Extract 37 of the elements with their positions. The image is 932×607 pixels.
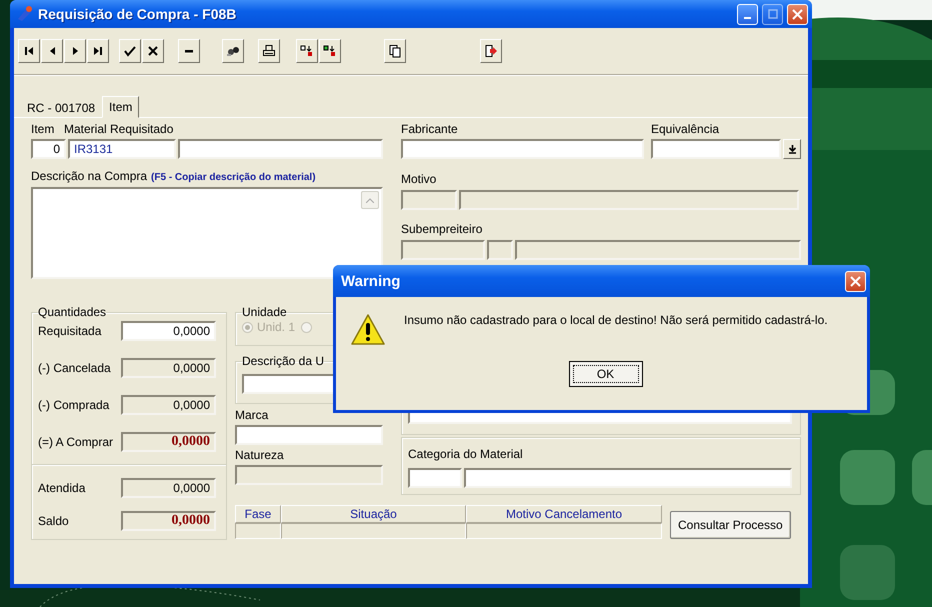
input-field[interactable]: 0,0000 <box>121 395 216 415</box>
field-label: (-) Comprada <box>38 398 110 412</box>
radio-label: Unid. 1 <box>257 320 296 334</box>
field-label: Fabricante <box>401 122 459 137</box>
field-label: Descrição na Compra (F5 - Copiar descrição do material) <box>31 169 317 184</box>
input-field[interactable]: IR3131 <box>68 139 176 159</box>
input-field[interactable]: 0 <box>31 139 66 159</box>
column-header: Fase <box>235 505 281 523</box>
group-title: Descrição da U <box>242 354 324 368</box>
tab[interactable]: Item <box>102 96 140 118</box>
field-label: (=) A Comprar <box>38 434 114 450</box>
window-title: Requisição de Compra - F08B <box>38 6 238 22</box>
field-label: Marca <box>235 408 270 423</box>
field-label: Atendida <box>38 480 86 496</box>
field-label: (-) Cancelada <box>38 360 111 376</box>
input-field[interactable]: 0,0000 <box>121 511 216 531</box>
group-title: Quantidades <box>38 305 106 319</box>
field-label: Subempreiteiro <box>401 222 484 237</box>
input-field[interactable]: 0,0000 <box>121 432 216 452</box>
warning-message: Insumo não cadastrado para o local de destino! Não será permitido cadastrá-lo. <box>404 313 828 329</box>
field-label: Saldo <box>38 514 69 528</box>
field-label: Material Requisitado <box>64 122 174 137</box>
field-label: Requisitada <box>38 324 102 338</box>
group-title: Unidade <box>242 305 287 319</box>
input-field[interactable]: 0,0000 <box>121 358 216 378</box>
consult-process-button[interactable]: Consultar Processo <box>670 511 791 539</box>
field-label: Categoria do Material <box>408 447 524 462</box>
column-header: Situação <box>281 505 466 523</box>
input-field[interactable]: 0,0000 <box>121 321 216 341</box>
column-header: Motivo Cancelamento <box>466 505 662 523</box>
field-label: Item <box>31 122 56 137</box>
field-label: Motivo <box>401 172 438 187</box>
field-label: Equivalência <box>651 122 720 137</box>
ok-button[interactable]: OK <box>568 361 642 387</box>
dialog-title: Warning <box>341 272 402 290</box>
input-field[interactable]: 0,0000 <box>121 478 216 498</box>
field-label: Natureza <box>235 448 285 463</box>
